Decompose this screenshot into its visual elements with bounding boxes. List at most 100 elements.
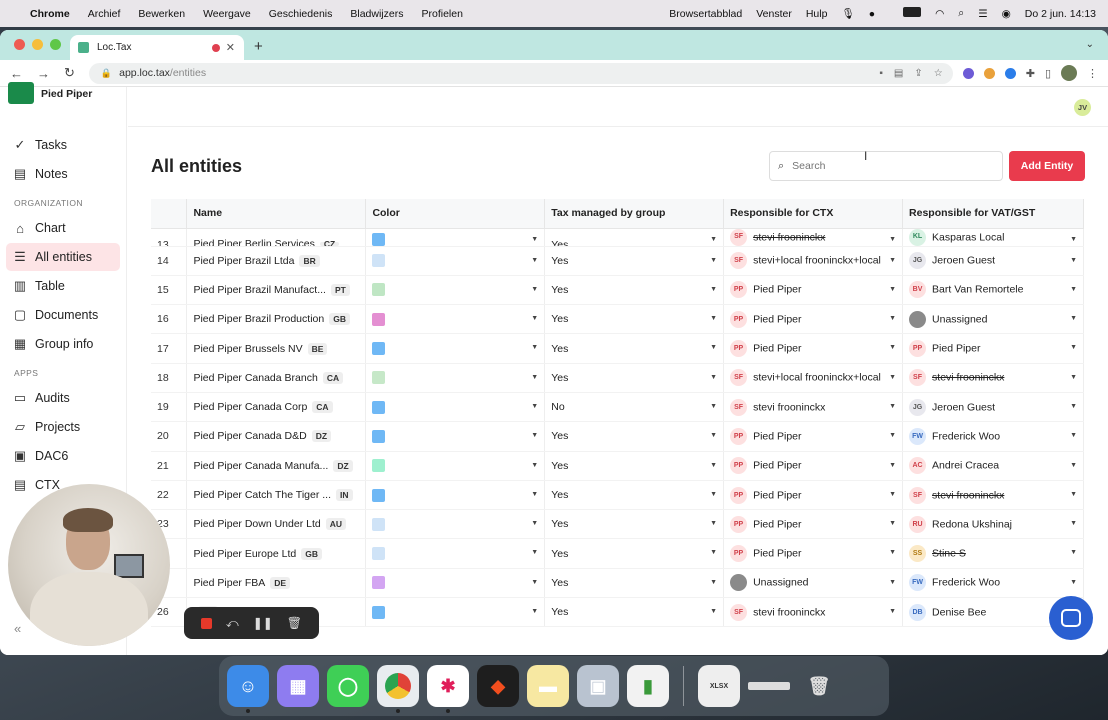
table-row[interactable]: 18 Pied Piper Canada Branch CA ▼ Yes ▼ SF stevi… (151, 363, 1084, 393)
table-row[interactable]: 15 Pied Piper Brazil Manufact... PT ▼ Yes ▼ PP… (151, 275, 1084, 306)
tax-managed-cell[interactable]: No ▼ (544, 392, 725, 423)
entity-name-cell[interactable]: Pied Piper Brazil Production GB (186, 304, 367, 335)
table-row[interactable]: 17 Pied Piper Brussels NV BE ▼ Yes ▼ PP Pied Pi… (151, 333, 1084, 364)
extension-1-icon[interactable] (962, 67, 974, 79)
search-box[interactable]: ⌕ (769, 151, 1003, 181)
responsible-ctx-cell[interactable]: PP Pied Piper ▼ (723, 275, 904, 306)
chevron-down-icon[interactable]: ▼ (1070, 579, 1077, 586)
chevron-down-icon[interactable]: ▼ (531, 462, 538, 469)
reload-icon[interactable]: ↻ (64, 65, 75, 81)
color-cell[interactable]: ▼ (365, 275, 546, 306)
close-window-button[interactable] (14, 39, 25, 50)
tax-managed-cell[interactable]: Yes ▼ (544, 246, 725, 276)
tax-managed-cell[interactable]: Yes ▼ (544, 509, 725, 540)
tax-managed-cell[interactable]: Yes ▼ (544, 421, 725, 452)
entity-name[interactable]: Pied Piper Brazil Production (193, 313, 324, 325)
chevron-down-icon[interactable]: ▼ (1070, 520, 1077, 527)
browser-tab-loc-tax[interactable]: Loc.Tax ✕ (70, 35, 244, 60)
sidebar-item-all-entities[interactable]: ☰ All entities (6, 243, 120, 271)
tax-managed-cell[interactable]: Yes ▼ (544, 333, 725, 364)
color-cell[interactable]: ▼ (365, 333, 546, 364)
chevron-down-icon[interactable]: ▼ (531, 286, 538, 293)
menu-hulp[interactable]: Hulp (806, 8, 828, 20)
chevron-down-icon[interactable]: ▼ (889, 549, 896, 556)
trash-icon[interactable]: 🗑 (287, 616, 302, 630)
spotlight-search-icon[interactable]: ⌕ (958, 7, 964, 20)
chevron-down-icon[interactable]: ▼ (710, 374, 717, 381)
menu-weergave[interactable]: Weergave (203, 8, 251, 20)
dock-chrome-icon[interactable] (377, 665, 419, 713)
chevron-down-icon[interactable]: ▼ (710, 462, 717, 469)
sidebar-item-audits[interactable]: ▭ Audits (6, 384, 120, 412)
menu-geschiedenis[interactable]: Geschiedenis (269, 8, 333, 20)
chevron-down-icon[interactable]: ▼ (710, 520, 717, 527)
tab-search-chevron-icon[interactable]: ⌄ (1086, 39, 1094, 50)
color-cell[interactable]: ▼ (365, 480, 546, 511)
color-cell[interactable]: ▼ (365, 304, 546, 335)
chevron-down-icon[interactable]: ▼ (1070, 403, 1077, 410)
entity-name-cell[interactable]: Pied Piper Brazil Manufact... PT (186, 275, 367, 306)
table-row[interactable]: 21 Pied Piper Canada Manufa... DZ ▼ Yes ▼ PP Pi… (151, 451, 1084, 481)
dock-numbers-icon[interactable]: ▮ (627, 665, 669, 707)
tax-managed-cell[interactable]: Yes ▼ (544, 480, 725, 511)
responsible-vat-cell[interactable]: JG Jeroen Guest ▼ (902, 392, 1084, 423)
entity-name[interactable]: Pied Piper Brazil Ltda (193, 255, 294, 267)
responsible-ctx-cell[interactable]: PP Pied Piper ▼ (723, 421, 904, 452)
chevron-down-icon[interactable]: ▼ (889, 315, 896, 322)
chevron-down-icon[interactable]: ▼ (1070, 374, 1077, 381)
new-tab-button[interactable]: + (254, 38, 263, 55)
dock-messages-icon[interactable]: ◯ (327, 665, 369, 707)
color-cell[interactable]: ▼ (365, 538, 546, 569)
table-row[interactable]: 14 Pied Piper Brazil Ltda BR ▼ Yes ▼ SF stevi+l… (151, 246, 1084, 276)
menu-bladwijzers[interactable]: Bladwijzers (350, 8, 403, 20)
table-row[interactable]: Pied Piper Europe Ltd GB ▼ Yes ▼ PP Pied Piper… (151, 538, 1084, 569)
menu-chrome[interactable]: Chrome (30, 8, 70, 20)
sidepanel-icon[interactable]: ▯ (1045, 67, 1051, 80)
chevron-down-icon[interactable]: ▼ (710, 257, 717, 264)
chevron-down-icon[interactable]: ▼ (531, 403, 538, 410)
responsible-vat-cell[interactable]: KL Kasparas Local ▼ (902, 228, 1084, 247)
chevron-down-icon[interactable]: ▼ (710, 236, 717, 243)
microphone-icon[interactable]: 🎙 (841, 7, 854, 20)
responsible-vat-cell[interactable]: AC Andrei Cracea ▼ (902, 451, 1084, 481)
entity-name-cell[interactable]: Pied Piper Down Under Ltd AU (186, 509, 367, 540)
control-center-icon[interactable]: ☰ (978, 8, 987, 20)
menu-venster[interactable]: Venster (756, 8, 792, 20)
entity-name-cell[interactable]: Pied Piper Canada Branch CA (186, 363, 367, 393)
dock-minimized-window-icon[interactable] (748, 665, 790, 707)
responsible-ctx-cell[interactable]: SF stevi frooninckx ▼ (723, 228, 904, 247)
responsible-vat-cell[interactable]: FW Frederick Woo ▼ (902, 568, 1084, 599)
responsible-ctx-cell[interactable]: PP Pied Piper ▼ (723, 480, 904, 511)
responsible-ctx-cell[interactable]: SF stevi frooninckx ▼ (723, 597, 904, 628)
tax-managed-cell[interactable]: Yes ▼ (544, 451, 725, 481)
chevron-down-icon[interactable]: ▼ (531, 608, 538, 615)
tax-managed-cell[interactable]: Yes ▼ (544, 568, 725, 599)
url-field[interactable]: 🔒 app.loc.tax/entities ▪ ▤ ⇪ ☆ (88, 62, 953, 84)
chevron-down-icon[interactable]: ▼ (710, 549, 717, 556)
add-entity-button[interactable]: Add Entity (1009, 151, 1085, 181)
bookmark-star-icon[interactable]: ☆ (934, 68, 943, 79)
table-row[interactable]: 22 Pied Piper Catch The Tiger ... IN ▼ Yes ▼ P… (151, 480, 1084, 511)
chevron-down-icon[interactable]: ▼ (710, 315, 717, 322)
sidebar-item-table[interactable]: ▥ Table (6, 272, 120, 300)
chevron-down-icon[interactable]: ▼ (710, 608, 717, 615)
menu-profielen[interactable]: Profielen (421, 8, 462, 20)
tax-managed-cell[interactable]: Yes ▼ (544, 304, 725, 335)
chevron-down-icon[interactable]: ▼ (889, 432, 896, 439)
dock-figma-icon[interactable]: ◆ (477, 665, 519, 707)
extension-3-icon[interactable] (1004, 67, 1016, 79)
chevron-down-icon[interactable]: ▼ (1070, 257, 1077, 264)
responsible-vat-cell[interactable]: JG Jeroen Guest ▼ (902, 246, 1084, 276)
entity-name-cell[interactable]: Pied Piper Catch The Tiger ... IN (186, 480, 367, 511)
support-chat-button[interactable] (1049, 596, 1093, 640)
back-arrow-icon[interactable]: ← (10, 66, 23, 81)
entity-name[interactable]: Pied Piper Canada Corp (193, 401, 307, 413)
responsible-vat-cell[interactable]: SS Stine S ▼ (902, 538, 1084, 569)
entity-name-cell[interactable]: Pied Piper Brazil Ltda BR (186, 246, 367, 276)
chevron-down-icon[interactable]: ▼ (889, 579, 896, 586)
dock-slack-icon[interactable]: ✱ (427, 665, 469, 713)
dock-notes-icon[interactable]: ▬ (527, 665, 569, 707)
webcam-overlay[interactable] (8, 484, 170, 646)
siri-icon[interactable]: ◉ (1002, 8, 1011, 20)
search-input[interactable] (792, 160, 983, 172)
